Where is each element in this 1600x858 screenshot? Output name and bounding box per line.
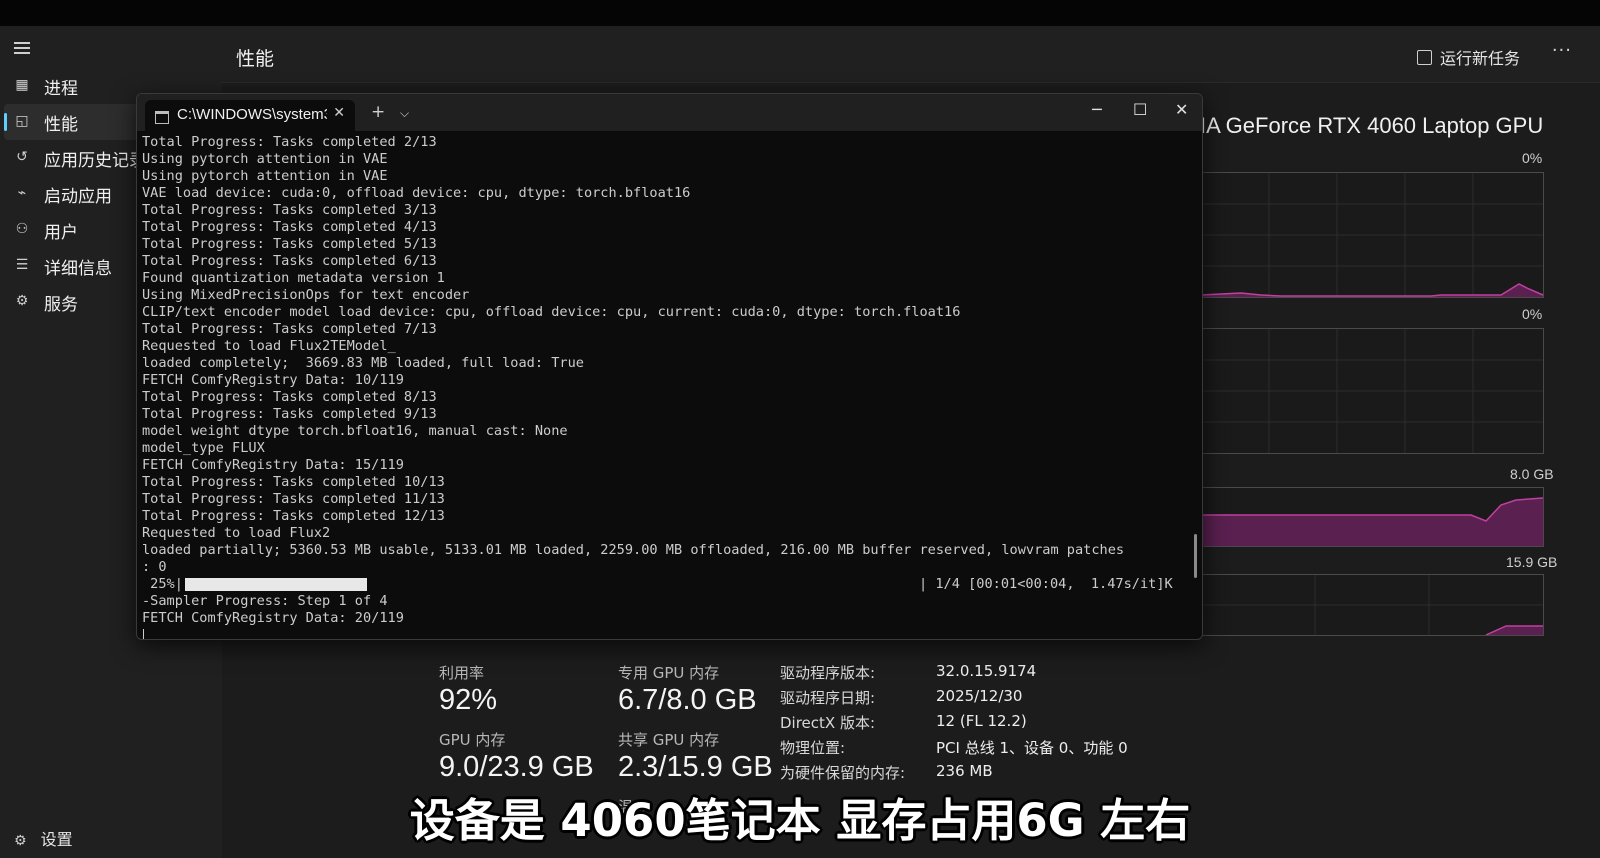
terminal-line: Using pytorch attention in VAE — [142, 151, 388, 167]
physical-location-value: PCI 总线 1、设备 0、功能 0 — [936, 739, 1128, 757]
page-header: 性能 运行新任务 ··· — [222, 26, 1600, 83]
driver-date-label: 驱动程序日期: — [780, 689, 876, 707]
settings-button[interactable]: ⚙ 设置 — [14, 826, 73, 850]
sidebar-item-label: 启动应用 — [44, 187, 112, 207]
run-new-task-button[interactable]: 运行新任务 — [1416, 45, 1520, 69]
terminal-line: Using pytorch attention in VAE — [142, 168, 388, 184]
directx-version-label: DirectX 版本: — [780, 714, 876, 732]
shared-memory-graph — [1200, 574, 1544, 636]
terminal-output[interactable]: Total Progress: Tasks completed 2/13 Usi… — [142, 134, 1190, 639]
dedicated-memory-label: 专用 GPU 内存 — [618, 664, 720, 682]
terminal-line: Total Progress: Tasks completed 4/13 — [142, 219, 437, 235]
terminal-line: model_type FLUX — [142, 440, 265, 456]
terminal-line: Total Progress: Tasks completed 12/13 — [142, 508, 445, 524]
history-icon: ↺ — [16, 149, 28, 165]
reserved-memory-value: 236 MB — [936, 762, 993, 780]
tab-dropdown-button[interactable]: ⌵ — [400, 106, 409, 121]
terminal-line: Total Progress: Tasks completed 9/13 — [142, 406, 437, 422]
driver-version-value: 32.0.15.9174 — [936, 662, 1037, 680]
reserved-memory-label: 为硬件保留的内存: — [780, 764, 906, 782]
processes-icon: ▦ — [15, 77, 29, 93]
physical-location-label: 物理位置: — [780, 739, 846, 757]
gpu-memory-value: 9.0/23.9 GB — [439, 751, 594, 783]
video-subtitle: 设备是 4060笔记本 显存占用6G 左右 — [409, 794, 1191, 847]
terminal-line: FETCH ComfyRegistry Data: 15/119 — [142, 457, 404, 473]
cmd-icon — [155, 111, 169, 124]
sidebar-item-label: 进程 — [44, 79, 78, 99]
maximize-button[interactable]: ☐ — [1133, 100, 1147, 119]
sidebar-item-label: 应用历史记录 — [44, 151, 146, 171]
terminal-line: Total Progress: Tasks completed 2/13 — [142, 134, 437, 150]
terminal-line: Total Progress: Tasks completed 10/13 — [142, 474, 445, 490]
performance-icon: ◱ — [15, 113, 29, 129]
driver-date-value: 2025/12/30 — [936, 687, 1023, 705]
sidebar-item-label: 用户 — [44, 223, 78, 243]
terminal-line: Total Progress: Tasks completed 6/13 — [142, 253, 437, 269]
terminal-line: Total Progress: Tasks completed 8/13 — [142, 389, 437, 405]
sidebar-item-label: 性能 — [44, 115, 78, 135]
terminal-line: Total Progress: Tasks completed 3/13 — [142, 202, 437, 218]
graph-max-label: 0% — [1522, 150, 1543, 166]
terminal-tab-title: C:\WINDOWS\system32\cmd.exe — [177, 106, 327, 123]
close-window-button[interactable]: ✕ — [1175, 100, 1188, 119]
dedicated-memory-graph — [1200, 487, 1544, 547]
users-icon: ⚇ — [15, 221, 29, 237]
terminal-line: Total Progress: Tasks completed 11/13 — [142, 491, 445, 507]
terminal-line: Found quantization metadata version 1 — [142, 270, 445, 286]
new-tab-button[interactable]: + — [371, 102, 385, 122]
graph-max-label: 0% — [1522, 306, 1543, 322]
utilization-label: 利用率 — [439, 664, 485, 682]
utilization-value: 92% — [439, 684, 498, 716]
terminal-line: : 0 — [142, 559, 167, 575]
sidebar-item-label: 服务 — [44, 295, 78, 315]
terminal-line: FETCH ComfyRegistry Data: 10/119 — [142, 372, 404, 388]
settings-label: 设置 — [40, 830, 73, 849]
more-options-button[interactable]: ··· — [1552, 40, 1572, 61]
terminal-line: -Sampler Progress: Step 1 of 4 — [142, 593, 388, 609]
close-tab-button[interactable]: ✕ — [333, 105, 345, 121]
minimize-button[interactable]: ─ — [1092, 100, 1102, 119]
gpu-copy-graph — [1200, 328, 1544, 454]
terminal-line: loaded partially; 5360.53 MB usable, 513… — [142, 542, 1125, 558]
terminal-line: FETCH ComfyRegistry Data: 20/119 — [142, 610, 404, 626]
sidebar-item-label: 详细信息 — [44, 259, 112, 279]
driver-version-label: 驱动程序版本: — [780, 664, 876, 682]
terminal-line: loaded completely; 3669.83 MB loaded, fu… — [142, 355, 584, 371]
graph-max-label: 8.0 GB — [1510, 466, 1554, 482]
page-title: 性能 — [236, 48, 275, 70]
dedicated-memory-value: 6.7/8.0 GB — [618, 684, 757, 716]
graph-max-label: 15.9 GB — [1506, 554, 1558, 570]
sampler-progress-bar — [185, 578, 367, 591]
progress-prefix: 25%| — [142, 576, 183, 592]
terminal-title-bar: C:\WINDOWS\system32\cmd.exe ✕ + ⌵ ─ ☐ ✕ — [137, 94, 1202, 131]
directx-version-value: 12 (FL 12.2) — [936, 712, 1027, 730]
startup-icon: ⌁ — [17, 185, 27, 201]
run-task-label: 运行新任务 — [1439, 49, 1520, 68]
gpu-memory-label: GPU 内存 — [439, 731, 506, 749]
terminal-line: CLIP/text encoder model load device: cpu… — [142, 304, 961, 320]
terminal-line: Requested to load Flux2 — [142, 525, 331, 541]
shared-memory-label: 共享 GPU 内存 — [618, 731, 720, 749]
title-bar — [0, 0, 1600, 26]
text-cursor — [143, 629, 144, 639]
details-icon: ☰ — [15, 257, 29, 273]
gpu-utilization-graph — [1200, 172, 1544, 298]
terminal-scrollbar[interactable] — [1194, 534, 1197, 578]
services-icon: ⚙ — [15, 293, 29, 309]
shared-memory-value: 2.3/15.9 GB — [618, 751, 773, 783]
terminal-tab[interactable]: C:\WINDOWS\system32\cmd.exe ✕ — [145, 100, 355, 131]
terminal-line: model weight dtype torch.bfloat16, manua… — [142, 423, 568, 439]
gpu-name: IA GeForce RTX 4060 Laptop GPU — [1200, 113, 1544, 138]
terminal-line: Using MixedPrecisionOps for text encoder — [142, 287, 470, 303]
terminal-line: Requested to load Flux2TEModel_ — [142, 338, 396, 354]
gear-icon: ⚙ — [14, 833, 27, 849]
progress-suffix: | 1/4 [00:01<00:04, 1.47s/it]K — [919, 576, 1173, 592]
terminal-line: VAE load device: cuda:0, offload device:… — [142, 185, 691, 201]
terminal-line: Total Progress: Tasks completed 7/13 — [142, 321, 437, 337]
hamburger-menu-icon[interactable] — [14, 42, 30, 54]
terminal-line: Total Progress: Tasks completed 5/13 — [142, 236, 437, 252]
run-task-icon — [1416, 50, 1432, 65]
terminal-window[interactable]: C:\WINDOWS\system32\cmd.exe ✕ + ⌵ ─ ☐ ✕ … — [136, 93, 1203, 640]
